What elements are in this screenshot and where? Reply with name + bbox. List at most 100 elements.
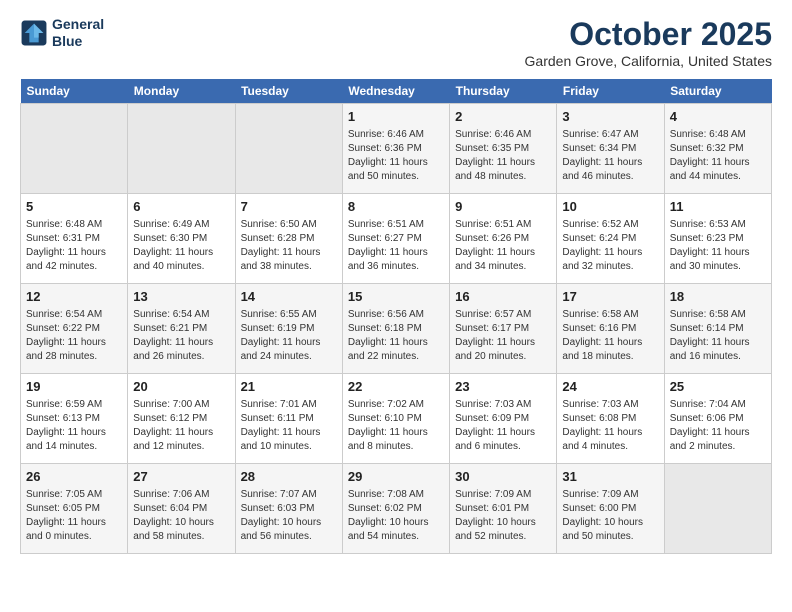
header-day: Tuesday xyxy=(235,79,342,104)
calendar-cell xyxy=(21,104,128,194)
calendar-cell: 19Sunrise: 6:59 AM Sunset: 6:13 PM Dayli… xyxy=(21,374,128,464)
day-number: 26 xyxy=(26,468,122,486)
calendar-cell: 8Sunrise: 6:51 AM Sunset: 6:27 PM Daylig… xyxy=(342,194,449,284)
day-info: Sunrise: 7:07 AM Sunset: 6:03 PM Dayligh… xyxy=(241,488,337,544)
day-info: Sunrise: 6:52 AM Sunset: 6:24 PM Dayligh… xyxy=(562,218,658,274)
calendar-week: 26Sunrise: 7:05 AM Sunset: 6:05 PM Dayli… xyxy=(21,464,772,554)
day-number: 20 xyxy=(133,378,229,396)
day-info: Sunrise: 7:03 AM Sunset: 6:09 PM Dayligh… xyxy=(455,398,551,454)
header-day: Friday xyxy=(557,79,664,104)
day-number: 17 xyxy=(562,288,658,306)
header-day: Sunday xyxy=(21,79,128,104)
calendar-cell: 14 Sunrise: 6:55 AM Sunset: 6:19 PM Dayli… xyxy=(235,284,342,374)
day-number: 11 xyxy=(670,198,766,216)
day-number: 15 xyxy=(348,288,444,306)
day-number: 30 xyxy=(455,468,551,486)
day-info: Sunrise: 6:58 AM Sunset: 6:14 PM Dayligh… xyxy=(670,308,766,364)
calendar-week: 19Sunrise: 6:59 AM Sunset: 6:13 PM Dayli… xyxy=(21,374,772,464)
day-info: Sunrise: 7:00 AM Sunset: 6:12 PM Dayligh… xyxy=(133,398,229,454)
calendar-cell: 12 Sunrise: 6:54 AM Sunset: 6:22 PM Dayli… xyxy=(21,284,128,374)
header-day: Monday xyxy=(128,79,235,104)
day-info: Sunrise: 7:04 AM Sunset: 6:06 PM Dayligh… xyxy=(670,398,766,454)
day-number: 24 xyxy=(562,378,658,396)
day-info: Sunrise: 6:46 AM Sunset: 6:36 PM Dayligh… xyxy=(348,128,444,184)
calendar-cell: 5 Sunrise: 6:48 AM Sunset: 6:31 PM Daylig… xyxy=(21,194,128,284)
day-number: 16 xyxy=(455,288,551,306)
calendar-cell: 3 Sunrise: 6:47 AM Sunset: 6:34 PM Daylig… xyxy=(557,104,664,194)
day-number: 12 xyxy=(26,288,122,306)
logo-line2: Blue xyxy=(52,33,82,49)
calendar-table: SundayMondayTuesdayWednesdayThursdayFrid… xyxy=(20,79,772,554)
day-info: Sunrise: 6:55 AM Sunset: 6:19 PM Dayligh… xyxy=(241,308,337,364)
day-number: 3 xyxy=(562,108,658,126)
logo-line1: General xyxy=(52,16,104,32)
day-info: Sunrise: 7:03 AM Sunset: 6:08 PM Dayligh… xyxy=(562,398,658,454)
day-number: 4 xyxy=(670,108,766,126)
calendar-cell: 22 Sunrise: 7:02 AM Sunset: 6:10 PM Dayli… xyxy=(342,374,449,464)
title-block: October 2025 Garden Grove, California, U… xyxy=(525,16,772,69)
day-info: Sunrise: 6:56 AM Sunset: 6:18 PM Dayligh… xyxy=(348,308,444,364)
day-number: 22 xyxy=(348,378,444,396)
day-info: Sunrise: 6:48 AM Sunset: 6:31 PM Dayligh… xyxy=(26,218,122,274)
day-number: 28 xyxy=(241,468,337,486)
day-number: 25 xyxy=(670,378,766,396)
day-number: 18 xyxy=(670,288,766,306)
calendar-cell: 2 Sunrise: 6:46 AM Sunset: 6:35 PM Daylig… xyxy=(450,104,557,194)
day-info: Sunrise: 7:09 AM Sunset: 6:00 PM Dayligh… xyxy=(562,488,658,544)
day-number: 5 xyxy=(26,198,122,216)
day-info: Sunrise: 6:54 AM Sunset: 6:22 PM Dayligh… xyxy=(26,308,122,364)
header-row: SundayMondayTuesdayWednesdayThursdayFrid… xyxy=(21,79,772,104)
calendar-cell: 16 Sunrise: 6:57 AM Sunset: 6:17 PM Dayli… xyxy=(450,284,557,374)
calendar-cell: 7Sunrise: 6:50 AM Sunset: 6:28 PM Daylig… xyxy=(235,194,342,284)
day-info: Sunrise: 7:02 AM Sunset: 6:10 PM Dayligh… xyxy=(348,398,444,454)
day-number: 9 xyxy=(455,198,551,216)
logo-icon xyxy=(20,19,48,47)
calendar-cell: 28 Sunrise: 7:07 AM Sunset: 6:03 PM Dayli… xyxy=(235,464,342,554)
day-number: 1 xyxy=(348,108,444,126)
day-number: 19 xyxy=(26,378,122,396)
calendar-cell xyxy=(235,104,342,194)
calendar-cell: 1 Sunrise: 6:46 AM Sunset: 6:36 PM Daylig… xyxy=(342,104,449,194)
subtitle: Garden Grove, California, United States xyxy=(525,53,772,69)
calendar-cell xyxy=(128,104,235,194)
day-number: 6 xyxy=(133,198,229,216)
day-number: 21 xyxy=(241,378,337,396)
day-info: Sunrise: 7:06 AM Sunset: 6:04 PM Dayligh… xyxy=(133,488,229,544)
calendar-cell: 9Sunrise: 6:51 AM Sunset: 6:26 PM Daylig… xyxy=(450,194,557,284)
calendar-cell xyxy=(664,464,771,554)
day-info: Sunrise: 6:57 AM Sunset: 6:17 PM Dayligh… xyxy=(455,308,551,364)
calendar-week: 12 Sunrise: 6:54 AM Sunset: 6:22 PM Dayli… xyxy=(21,284,772,374)
main-title: October 2025 xyxy=(525,16,772,53)
day-info: Sunrise: 7:08 AM Sunset: 6:02 PM Dayligh… xyxy=(348,488,444,544)
calendar-cell: 20 Sunrise: 7:00 AM Sunset: 6:12 PM Dayli… xyxy=(128,374,235,464)
day-number: 13 xyxy=(133,288,229,306)
calendar-cell: 18 Sunrise: 6:58 AM Sunset: 6:14 PM Dayli… xyxy=(664,284,771,374)
calendar-cell: 6 Sunrise: 6:49 AM Sunset: 6:30 PM Daylig… xyxy=(128,194,235,284)
logo-text: General Blue xyxy=(52,16,104,50)
calendar-cell: 13Sunrise: 6:54 AM Sunset: 6:21 PM Dayli… xyxy=(128,284,235,374)
day-number: 29 xyxy=(348,468,444,486)
logo: General Blue xyxy=(20,16,104,50)
calendar-cell: 31 Sunrise: 7:09 AM Sunset: 6:00 PM Dayli… xyxy=(557,464,664,554)
day-info: Sunrise: 6:46 AM Sunset: 6:35 PM Dayligh… xyxy=(455,128,551,184)
header-day: Saturday xyxy=(664,79,771,104)
day-info: Sunrise: 6:50 AM Sunset: 6:28 PM Dayligh… xyxy=(241,218,337,274)
day-number: 31 xyxy=(562,468,658,486)
day-info: Sunrise: 7:01 AM Sunset: 6:11 PM Dayligh… xyxy=(241,398,337,454)
page-header: General Blue October 2025 Garden Grove, … xyxy=(20,16,772,69)
day-info: Sunrise: 6:49 AM Sunset: 6:30 PM Dayligh… xyxy=(133,218,229,274)
day-number: 8 xyxy=(348,198,444,216)
calendar-cell: 17 Sunrise: 6:58 AM Sunset: 6:16 PM Dayli… xyxy=(557,284,664,374)
header-day: Wednesday xyxy=(342,79,449,104)
day-number: 14 xyxy=(241,288,337,306)
day-number: 2 xyxy=(455,108,551,126)
calendar-cell: 11Sunrise: 6:53 AM Sunset: 6:23 PM Dayli… xyxy=(664,194,771,284)
calendar-cell: 21 Sunrise: 7:01 AM Sunset: 6:11 PM Dayli… xyxy=(235,374,342,464)
calendar-cell: 10Sunrise: 6:52 AM Sunset: 6:24 PM Dayli… xyxy=(557,194,664,284)
day-number: 23 xyxy=(455,378,551,396)
calendar-cell: 15 Sunrise: 6:56 AM Sunset: 6:18 PM Dayli… xyxy=(342,284,449,374)
calendar-cell: 26Sunrise: 7:05 AM Sunset: 6:05 PM Dayli… xyxy=(21,464,128,554)
day-info: Sunrise: 6:58 AM Sunset: 6:16 PM Dayligh… xyxy=(562,308,658,364)
calendar-cell: 4Sunrise: 6:48 AM Sunset: 6:32 PM Daylig… xyxy=(664,104,771,194)
day-info: Sunrise: 6:47 AM Sunset: 6:34 PM Dayligh… xyxy=(562,128,658,184)
